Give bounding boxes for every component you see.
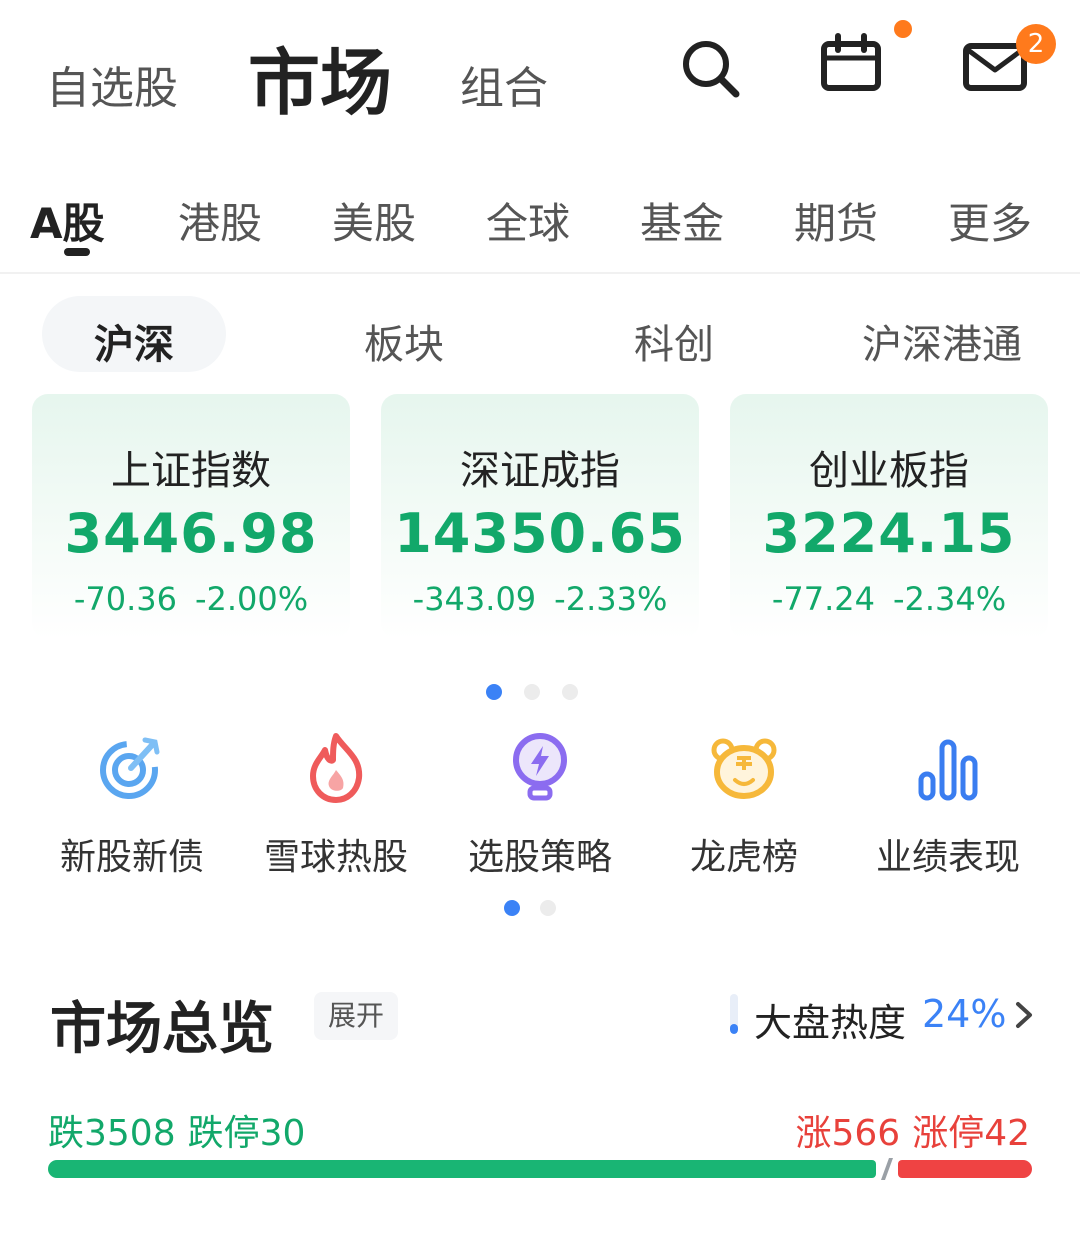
index-change: -343.09 -2.33% xyxy=(381,580,699,618)
market-tab-a-share[interactable]: A股 xyxy=(30,190,105,251)
index-change: -77.24 -2.34% xyxy=(730,580,1048,618)
advancers-count: 涨566 xyxy=(795,1113,901,1154)
index-pager xyxy=(486,684,586,702)
market-tab-futures[interactable]: 期货 xyxy=(794,190,878,251)
tab-watchlist[interactable]: 自选股 xyxy=(46,52,178,116)
heat-label: 大盘热度 xyxy=(754,1001,907,1045)
heat-gauge xyxy=(730,994,738,1034)
sub-tab-connect[interactable]: 沪深港通 xyxy=(862,312,1022,370)
flame-icon xyxy=(310,733,363,803)
quick-entry-ipo[interactable]: 新股新债 xyxy=(30,730,234,880)
index-change-points: -70.36 xyxy=(73,580,177,618)
market-tab-global[interactable]: 全球 xyxy=(486,190,570,251)
decliners-count: 跌3508 xyxy=(48,1113,176,1154)
bar-chart-icon xyxy=(918,739,978,801)
overview-expand-button[interactable]: 展开 xyxy=(314,992,398,1040)
index-card-szse[interactable]: 深证成指 14350.65 -343.09 -2.33% xyxy=(381,394,699,639)
index-change-points: -343.09 xyxy=(412,580,537,618)
index-value: 3224.15 xyxy=(762,502,1016,565)
advancers-summary: 涨566 涨停42 xyxy=(795,1104,1030,1156)
index-change: -70.36 -2.00% xyxy=(32,580,350,618)
index-name: 上证指数 xyxy=(111,448,271,494)
sub-tab-sectors[interactable]: 板块 xyxy=(364,312,444,370)
market-heat[interactable]: 大盘热度 24% xyxy=(726,990,1046,1046)
limit-down-count: 跌停30 xyxy=(187,1113,306,1154)
quick-entries: 新股新债 雪球热股 选股策略 龙虎榜 业绩表现 xyxy=(0,730,1080,880)
decliners-summary: 跌3508 跌停30 xyxy=(48,1104,305,1156)
index-cards: 上证指数 3446.98 -70.36 -2.00% 深证成指 14350.65 … xyxy=(0,394,1080,644)
tabs-divider xyxy=(0,272,1080,274)
lightbulb-icon xyxy=(513,733,567,801)
top-header: 自选股 市场 组合 2 xyxy=(0,0,1080,130)
index-name: 创业板指 xyxy=(809,448,969,494)
quick-entry-label: 龙虎榜 xyxy=(689,837,798,878)
tiger-icon xyxy=(711,738,777,799)
tab-market[interactable]: 市场 xyxy=(248,24,392,129)
market-tab-us[interactable]: 美股 xyxy=(332,190,416,251)
quick-entry-label: 新股新债 xyxy=(59,837,204,878)
index-change-percent: -2.33% xyxy=(554,580,668,618)
index-card-sse[interactable]: 上证指数 3446.98 -70.36 -2.00% xyxy=(32,394,350,639)
heat-value: 24% xyxy=(922,992,1007,1036)
mail-count-badge: 2 xyxy=(1016,24,1056,64)
quick-entry-stock-picker[interactable]: 选股策略 xyxy=(438,730,642,880)
pager-dot[interactable] xyxy=(540,900,556,916)
index-value: 14350.65 xyxy=(394,502,686,565)
pager-dot[interactable] xyxy=(562,684,578,700)
quick-entry-earnings[interactable]: 业绩表现 xyxy=(846,730,1050,880)
sub-tab-star-market[interactable]: 科创 xyxy=(634,312,714,370)
sub-tab-sh-sz[interactable]: 沪深 xyxy=(94,312,174,370)
pager-dot[interactable] xyxy=(486,684,502,700)
index-value: 3446.98 xyxy=(64,502,318,565)
decline-segment xyxy=(48,1160,876,1178)
market-tab-more[interactable]: 更多 xyxy=(948,190,1032,251)
calendar-icon[interactable] xyxy=(816,30,886,100)
quick-entry-label: 选股策略 xyxy=(467,837,612,878)
active-tab-indicator xyxy=(64,248,90,256)
index-change-percent: -2.00% xyxy=(194,580,309,618)
sub-tabs: 沪深 板块 科创 沪深港通 xyxy=(0,296,1080,376)
bar-separator xyxy=(880,1158,894,1180)
limit-up-count: 涨停42 xyxy=(912,1113,1030,1154)
quick-entry-label: 雪球热股 xyxy=(263,837,408,878)
tab-portfolio[interactable]: 组合 xyxy=(460,52,548,116)
market-tab-hk[interactable]: 港股 xyxy=(178,190,262,251)
index-name: 深证成指 xyxy=(460,448,620,494)
market-tab-funds[interactable]: 基金 xyxy=(640,190,724,251)
overview-title: 市场总览 xyxy=(50,997,274,1062)
index-change-percent: -2.34% xyxy=(892,580,1007,618)
pager-dot[interactable] xyxy=(524,684,540,700)
pager-dot[interactable] xyxy=(504,900,520,916)
quick-entry-hot-stocks[interactable]: 雪球热股 xyxy=(234,730,438,880)
quick-pager xyxy=(504,900,564,918)
index-card-chinext[interactable]: 创业板指 3224.15 -77.24 -2.34% xyxy=(730,394,1048,639)
market-tabs: A股 港股 美股 全球 基金 期货 更多 xyxy=(0,180,1080,270)
advance-segment xyxy=(898,1160,1032,1178)
search-icon[interactable] xyxy=(676,34,746,104)
quick-entry-label: 业绩表现 xyxy=(875,837,1020,878)
target-icon xyxy=(100,737,160,799)
advance-decline-bar xyxy=(48,1158,1032,1180)
chevron-right-icon xyxy=(1016,1002,1032,1028)
quick-entry-dragon-tiger[interactable]: 龙虎榜 xyxy=(642,730,846,880)
index-change-points: -77.24 xyxy=(771,580,875,618)
calendar-dot-badge xyxy=(894,20,912,38)
heat-gauge-fill xyxy=(730,1024,738,1034)
